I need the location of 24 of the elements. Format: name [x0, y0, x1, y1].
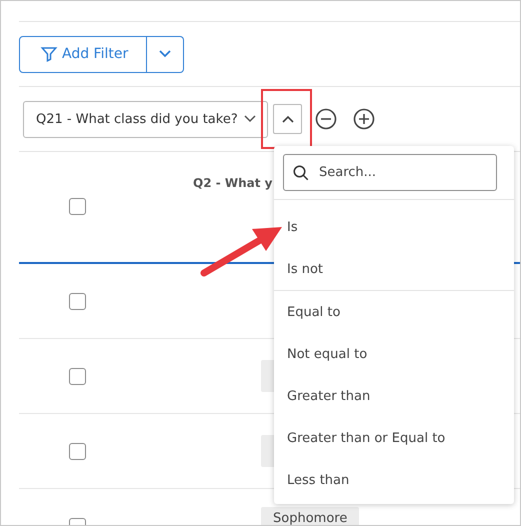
caret-icon: [159, 50, 172, 58]
caret-icon: [244, 115, 256, 123]
checkbox[interactable]: [69, 443, 86, 460]
checkbox[interactable]: [69, 198, 86, 215]
menu-item[interactable]: Is not: [274, 248, 514, 290]
checkbox[interactable]: [69, 368, 86, 385]
question-select[interactable]: Q21 - What class did you take?: [23, 100, 268, 138]
search-field[interactable]: Search...: [283, 154, 497, 191]
menu-item[interactable]: Greater than or Equal to: [274, 417, 514, 459]
operator-button[interactable]: [273, 104, 302, 134]
answer-tag: Sophomore: [261, 507, 360, 525]
remove-icon[interactable]: [315, 108, 337, 130]
caret-icon: [282, 115, 294, 123]
filter-icon: [40, 45, 58, 63]
menu-item[interactable]: Is: [274, 206, 514, 248]
checkbox[interactable]: [69, 293, 86, 310]
menu-item[interactable]: Greater than: [274, 375, 514, 417]
menu-item[interactable]: Not equal to: [274, 333, 514, 375]
menu-item[interactable]: Less than: [274, 459, 514, 501]
add-icon[interactable]: [353, 108, 375, 130]
menu-item[interactable]: Equal to: [274, 291, 514, 333]
dropdown-button[interactable]: [147, 36, 184, 72]
add-filter-button[interactable]: Add Filter: [19, 36, 148, 72]
column-header: Q2 - What y: [193, 176, 272, 190]
